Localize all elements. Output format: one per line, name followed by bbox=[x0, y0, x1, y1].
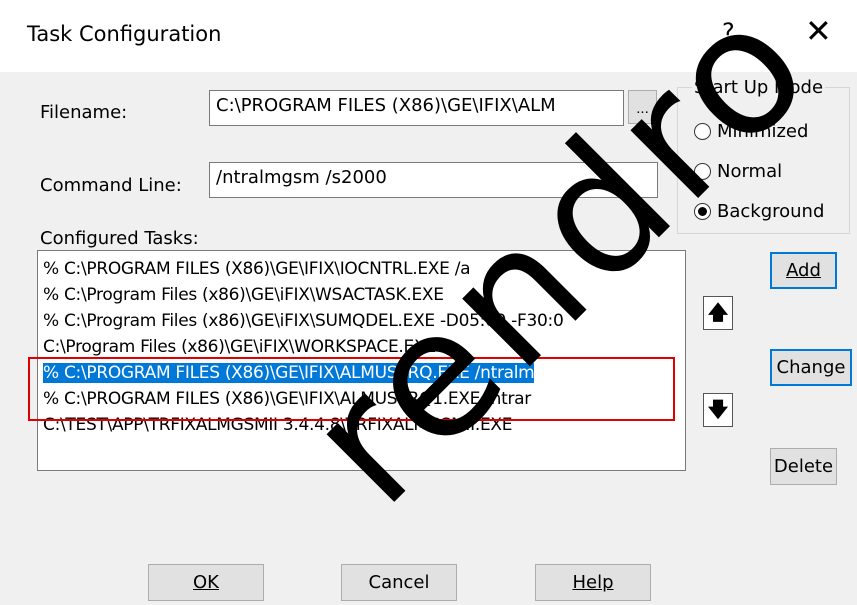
cancel-button-label: Cancel bbox=[368, 572, 430, 593]
radio-button-icon[interactable] bbox=[694, 123, 711, 140]
help-button-label: Help bbox=[572, 572, 614, 593]
move-down-button[interactable]: 🡇 bbox=[703, 393, 733, 427]
cancel-button[interactable]: Cancel bbox=[341, 564, 457, 601]
radio-button-icon[interactable] bbox=[694, 203, 711, 220]
window-title: Task Configuration bbox=[27, 22, 222, 46]
configured-tasks-list[interactable]: % C:\PROGRAM FILES (X86)\GE\IFIX\IOCNTRL… bbox=[37, 250, 686, 471]
change-button-label: Change bbox=[776, 357, 846, 378]
radio-normal[interactable]: Normal bbox=[694, 161, 782, 182]
radio-label-normal: Normal bbox=[717, 161, 783, 182]
add-button-label: Add bbox=[786, 260, 821, 281]
radio-button-icon[interactable] bbox=[694, 163, 711, 180]
list-item[interactable]: % C:\Program Files (x86)\GE\iFIX\WSACTAS… bbox=[43, 285, 444, 305]
command-line-label: Command Line: bbox=[40, 175, 182, 196]
list-item[interactable]: C:\Program Files (x86)\GE\iFIX\WORKSPACE… bbox=[43, 337, 436, 357]
filename-label: Filename: bbox=[40, 102, 128, 123]
down-arrow-icon: 🡇 bbox=[707, 399, 729, 421]
startup-mode-title: Start Up Mode bbox=[692, 77, 826, 98]
radio-minimized[interactable]: Minimized bbox=[694, 121, 808, 142]
list-item[interactable]: % C:\Program Files (x86)\GE\iFIX\SUMQDEL… bbox=[43, 311, 564, 331]
configured-tasks-label: Configured Tasks: bbox=[40, 228, 199, 249]
browse-button[interactable]: ... bbox=[628, 90, 657, 124]
up-arrow-icon: 🡅 bbox=[707, 302, 729, 324]
ok-button-label: OK bbox=[193, 572, 219, 593]
radio-label-minimized: Minimized bbox=[717, 121, 809, 142]
close-icon[interactable]: ✕ bbox=[805, 12, 832, 50]
list-item[interactable]: % C:\PROGRAM FILES (X86)\GE\IFIX\ALMUSER… bbox=[43, 389, 531, 409]
filename-field[interactable]: C:\PROGRAM FILES (X86)\GE\IFIX\ALM bbox=[209, 90, 624, 126]
radio-label-background: Background bbox=[717, 201, 825, 222]
list-item[interactable]: C:\TEST\APP\TRFIXALMGSMII 3.4.4.8\TRFIXA… bbox=[43, 415, 512, 435]
help-icon[interactable]: ? bbox=[722, 18, 735, 46]
radio-background[interactable]: Background bbox=[694, 201, 824, 222]
list-item[interactable]: % C:\PROGRAM FILES (X86)\GE\IFIX\ALMUSER… bbox=[43, 363, 535, 383]
delete-button-label: Delete bbox=[773, 456, 834, 477]
help-button[interactable]: Help bbox=[535, 564, 651, 601]
title-bar: Task Configuration ? ✕ bbox=[0, 0, 857, 72]
add-button[interactable]: Add bbox=[770, 252, 837, 289]
ok-button[interactable]: OK bbox=[148, 564, 264, 601]
move-up-button[interactable]: 🡅 bbox=[703, 296, 733, 330]
command-line-field[interactable]: /ntralmgsm /s2000 bbox=[209, 162, 658, 198]
list-item[interactable]: % C:\PROGRAM FILES (X86)\GE\IFIX\IOCNTRL… bbox=[43, 259, 471, 279]
delete-button[interactable]: Delete bbox=[770, 448, 837, 485]
change-button[interactable]: Change bbox=[770, 349, 852, 386]
